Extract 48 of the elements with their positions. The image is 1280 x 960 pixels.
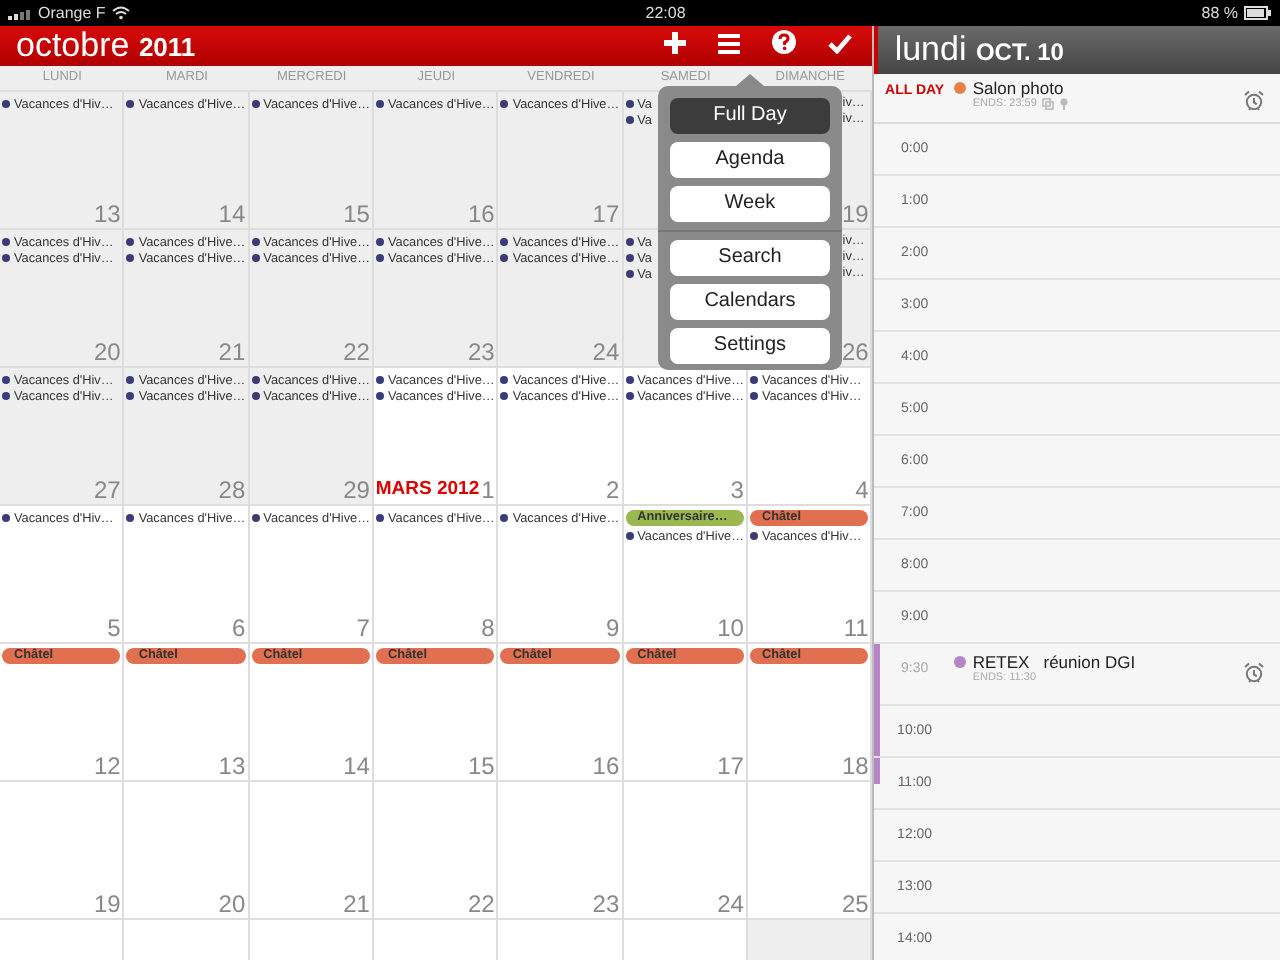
day-number: 12 (93, 754, 121, 778)
day-number: 14 (343, 754, 370, 778)
day-number: 19 (93, 892, 121, 916)
day-number: 17 (717, 754, 744, 778)
day-number: 8 (481, 616, 495, 640)
battery-percent: 88 % (1201, 4, 1238, 22)
day-number: 15 (343, 202, 370, 226)
status-time: 22:08 (645, 4, 686, 22)
day-number: 24 (592, 340, 620, 364)
day-number: 6 (231, 616, 246, 640)
day-number: 26 (841, 340, 869, 364)
day-number: 20 (218, 892, 246, 916)
day-number: 16 (467, 202, 495, 226)
day-number: 7 (356, 616, 370, 640)
event-title: Salon photo (972, 78, 1064, 98)
day-number: 5 (107, 616, 121, 640)
day-number: 29 (343, 478, 370, 502)
day-number: 4 (855, 478, 869, 502)
day-number: 14 (218, 202, 246, 226)
day-number: 13 (93, 202, 121, 226)
day-number: 1 (481, 478, 495, 502)
day-number: 3 (730, 478, 744, 502)
day-number: 11 (843, 616, 869, 640)
day-number: 25 (841, 892, 869, 916)
day-number: 22 (467, 892, 495, 916)
day-title: lundi OCT. 10 (894, 30, 1064, 70)
day-number: 19 (841, 202, 869, 226)
month-title: octobre 2011 (16, 26, 198, 66)
day-number: 16 (592, 754, 620, 778)
day-number: 15 (467, 754, 495, 778)
day-number: 18 (841, 754, 869, 778)
day-number: 21 (343, 892, 370, 916)
day-number: 2 (605, 478, 620, 502)
day-number: 24 (717, 892, 744, 916)
carrier-name: Orange F (38, 4, 106, 22)
day-number: 23 (592, 892, 620, 916)
day-number: 17 (592, 202, 620, 226)
event-title: RETEX réunion DGI (972, 652, 1136, 672)
day-number: 21 (218, 340, 246, 364)
day-number: 20 (93, 340, 121, 364)
day-number: 22 (343, 340, 370, 364)
day-number: 23 (467, 340, 495, 364)
day-number: 13 (218, 754, 246, 778)
day-number: 27 (93, 478, 121, 502)
day-number: 28 (218, 478, 246, 502)
day-number: 9 (605, 616, 620, 640)
month-label: MARS 2012 (375, 478, 480, 502)
day-number: 10 (717, 616, 744, 640)
